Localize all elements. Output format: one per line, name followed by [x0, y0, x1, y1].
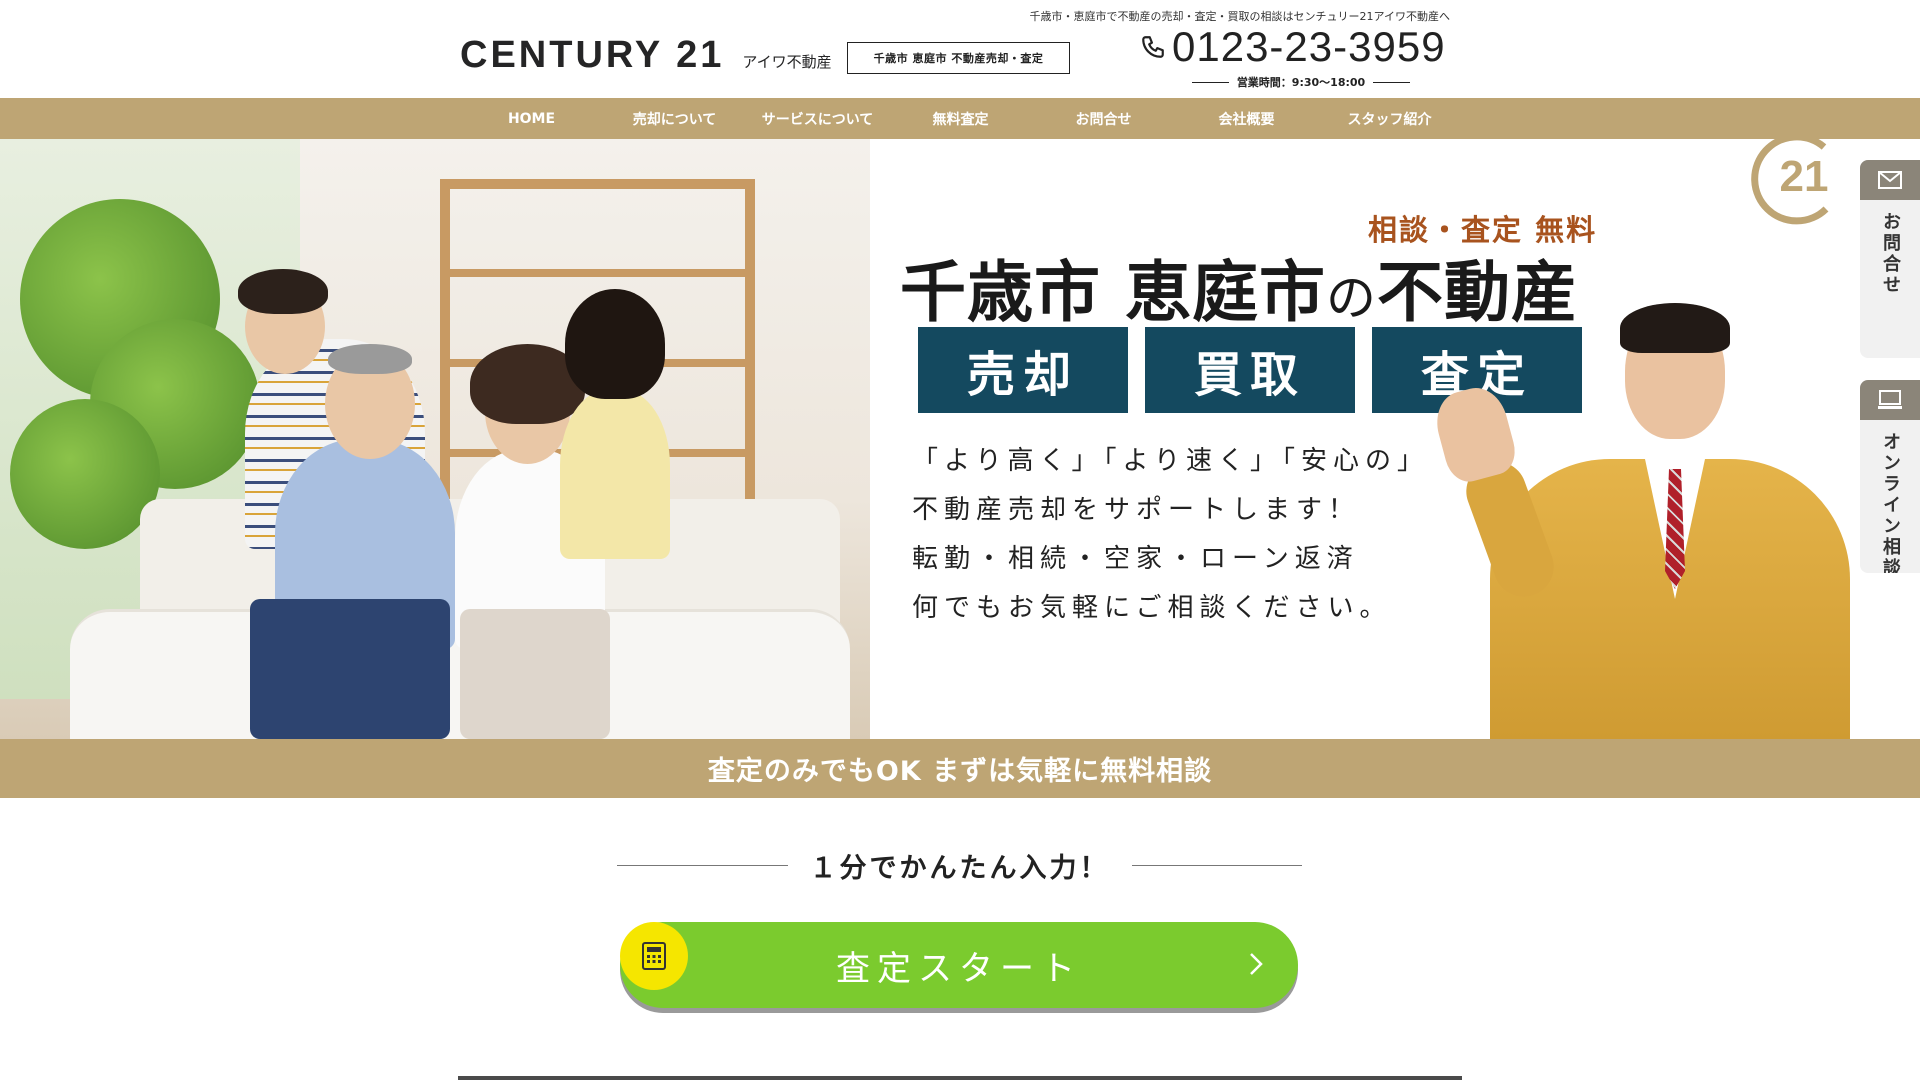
- nav-item-selling[interactable]: 売却について: [603, 98, 746, 139]
- nav-item-company[interactable]: 会社概要: [1175, 98, 1318, 139]
- hero-copy-line: 「より高く」「より速く」「安心の」: [912, 446, 1429, 476]
- start-appraisal-button[interactable]: 査定スタート: [620, 922, 1298, 1008]
- mail-icon: [1878, 171, 1902, 189]
- nav-item-staff[interactable]: スタッフ紹介: [1318, 98, 1461, 139]
- photo-person-hair: [565, 289, 665, 399]
- quick-divider-right: [1131, 865, 1302, 866]
- staff-hair: [1620, 303, 1730, 353]
- side-tab-contact-label: お問合せ: [1880, 212, 1901, 296]
- hero-family-photo: [0, 139, 870, 739]
- chevron-right-icon: [1250, 953, 1263, 975]
- photo-person-hair: [238, 269, 328, 314]
- area-badge: 千歳市 恵庭市 不動産売却・査定: [847, 42, 1070, 74]
- hero-copy: 「より高く」「より速く」「安心の」 不動産売却をサポートします！ 転勤・相続・空…: [912, 437, 1429, 633]
- business-hours: 営業時間：9:30〜18:00: [1192, 74, 1410, 90]
- side-tab-contact-head: [1860, 160, 1920, 200]
- quick-entry-heading: １分でかんたん入力！: [617, 846, 1302, 885]
- hero-copy-line: 不動産売却をサポートします！: [912, 495, 1361, 525]
- quick-entry-text: １分でかんたん入力！: [809, 853, 1110, 884]
- quick-divider-left: [617, 865, 788, 866]
- nav-item-contact[interactable]: お問合せ: [1032, 98, 1175, 139]
- century21-mark-icon: 21: [1751, 139, 1829, 225]
- nav-item-home[interactable]: HOME: [460, 98, 603, 139]
- photo-plant: [10, 399, 160, 549]
- phone-icon: [1138, 32, 1168, 62]
- calculator-icon: [620, 922, 688, 990]
- nav-list: HOME 売却について サービスについて 無料査定 お問合せ 会社概要 スタッフ…: [460, 98, 1461, 139]
- service-box-sell: 売却: [918, 327, 1128, 413]
- hero-title-cities: 千歳市 恵庭市: [900, 253, 1326, 331]
- start-appraisal-label: 査定スタート: [836, 948, 1082, 989]
- phone-number: 0123-23-3959: [1172, 23, 1446, 70]
- service-box-buy: 買取: [1145, 327, 1355, 413]
- side-tab-online-label: オンライン相談: [1880, 432, 1901, 573]
- photo-person: [560, 389, 670, 559]
- site-logo[interactable]: CENTURY 21 アイワ不動産: [460, 34, 832, 77]
- hours-divider-left: [1192, 81, 1229, 83]
- hours-divider-right: [1373, 81, 1410, 83]
- photo-person-legs: [250, 599, 450, 739]
- side-tab-online-head: [1860, 380, 1920, 420]
- hero-title-particle: の: [1325, 269, 1377, 327]
- section-divider: [458, 1076, 1462, 1080]
- banner-text: 査定のみでもOK まずは気軽に無料相談: [707, 756, 1213, 787]
- staff-photo: [1429, 303, 1860, 739]
- side-tab-online-consultation[interactable]: オンライン相談: [1860, 380, 1920, 573]
- monitor-icon: [1878, 390, 1902, 409]
- free-consultation-banner: 査定のみでもOK まずは気軽に無料相談: [0, 739, 1920, 798]
- century21-mark-text: 21: [1780, 152, 1829, 201]
- side-tab-contact[interactable]: お問合せ: [1860, 160, 1920, 358]
- logo-wordmark: CENTURY 21: [460, 34, 725, 76]
- hero-copy-line: 転勤・相続・空家・ローン返済: [912, 544, 1359, 574]
- logo-company-name: アイワ不動産: [742, 53, 832, 71]
- hours-text: 営業時間：9:30〜18:00: [1236, 76, 1366, 89]
- shelf-board: [450, 269, 745, 277]
- hero-section: 相談・査定 無料 千歳市 恵庭市の不動産 売却 買取 査定 「より高く」「より速…: [0, 139, 1920, 739]
- hero-copy-line: 何でもお気軽にご相談ください。: [912, 593, 1392, 623]
- site-header: 千歳市・恵庭市で不動産の売却・査定・買取の相談はセンチュリー21アイワ不動産へ …: [0, 0, 1920, 98]
- nav-item-free-appraisal[interactable]: 無料査定: [889, 98, 1032, 139]
- main-nav: HOME 売却について サービスについて 無料査定 お問合せ 会社概要 スタッフ…: [0, 98, 1920, 139]
- photo-person-hair: [328, 344, 412, 374]
- header-tagline: 千歳市・恵庭市で不動産の売却・査定・買取の相談はセンチュリー21アイワ不動産へ: [1029, 10, 1450, 23]
- nav-item-services[interactable]: サービスについて: [746, 98, 889, 139]
- phone-link[interactable]: 0123-23-3959: [1138, 26, 1446, 68]
- photo-person-legs: [460, 609, 610, 739]
